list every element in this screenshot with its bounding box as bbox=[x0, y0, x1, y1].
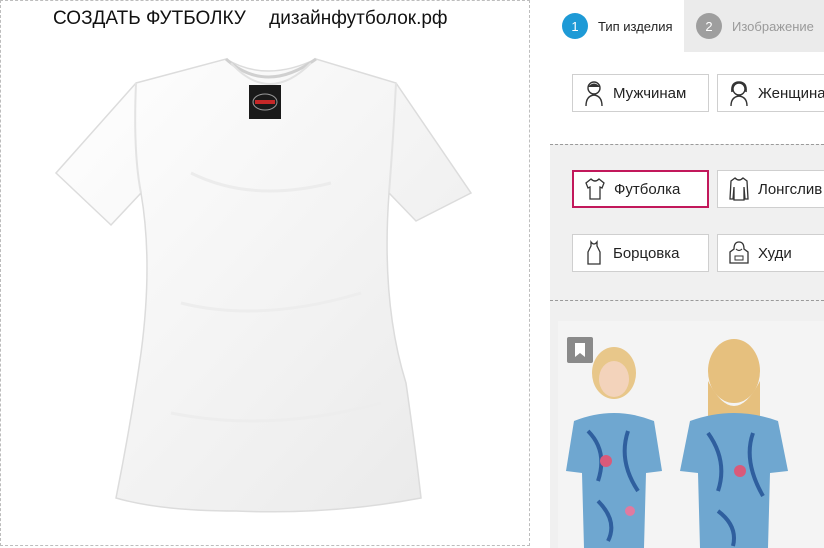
configurator-panel: 1 Тип изделия 2 Изображение Мужчинам Жен… bbox=[550, 0, 824, 548]
product-option-hoodie[interactable]: Худи bbox=[717, 234, 824, 272]
preview-header: СОЗДАТЬ ФУТБОЛКУ дизайнфутболок.рф bbox=[53, 8, 466, 30]
product-option-label: Футболка bbox=[614, 180, 681, 198]
woman-icon bbox=[730, 81, 748, 106]
gender-option-label: Мужчинам bbox=[613, 84, 687, 102]
product-type-section: Футболка Лонгслив Борцовка Худи bbox=[550, 145, 824, 300]
tanktop-icon bbox=[587, 240, 601, 265]
tshirt-icon bbox=[585, 178, 605, 200]
tab-product-type[interactable]: 1 Тип изделия bbox=[550, 0, 684, 52]
panel-gap bbox=[530, 0, 550, 548]
page-title: СОЗДАТЬ ФУТБОЛКУ bbox=[53, 8, 246, 29]
site-name: дизайнфутболок.рф bbox=[269, 8, 448, 29]
step-number-badge: 2 bbox=[696, 13, 722, 39]
longsleeve-icon bbox=[729, 177, 749, 201]
product-option-tanktop[interactable]: Борцовка bbox=[572, 234, 709, 272]
bookmark-icon[interactable] bbox=[567, 337, 593, 363]
product-option-label: Худи bbox=[758, 244, 792, 262]
example-photo bbox=[558, 321, 824, 548]
gender-option-women[interactable]: Женщинам bbox=[717, 74, 824, 112]
example-section bbox=[550, 301, 824, 548]
tshirt-preview-image bbox=[54, 57, 473, 513]
gender-option-label: Женщинам bbox=[758, 84, 824, 102]
tab-label: Изображение bbox=[732, 18, 814, 34]
gender-section: Мужчинам Женщинам bbox=[550, 52, 824, 144]
tab-image[interactable]: 2 Изображение bbox=[684, 0, 824, 52]
kids-tshirt-photo bbox=[566, 339, 788, 548]
tab-label: Тип изделия bbox=[598, 18, 673, 34]
man-icon bbox=[585, 81, 603, 106]
step-tabs: 1 Тип изделия 2 Изображение bbox=[550, 0, 824, 52]
gender-option-men[interactable]: Мужчинам bbox=[572, 74, 709, 112]
product-option-label: Борцовка bbox=[613, 244, 680, 262]
product-option-tshirt[interactable]: Футболка bbox=[572, 170, 709, 208]
product-option-longsleeve[interactable]: Лонгслив bbox=[717, 170, 824, 208]
step-number-badge: 1 bbox=[562, 13, 588, 39]
product-preview: СОЗДАТЬ ФУТБОЛКУ дизайнфутболок.рф bbox=[0, 0, 530, 546]
product-option-label: Лонгслив bbox=[758, 180, 823, 198]
hoodie-icon bbox=[729, 241, 749, 264]
